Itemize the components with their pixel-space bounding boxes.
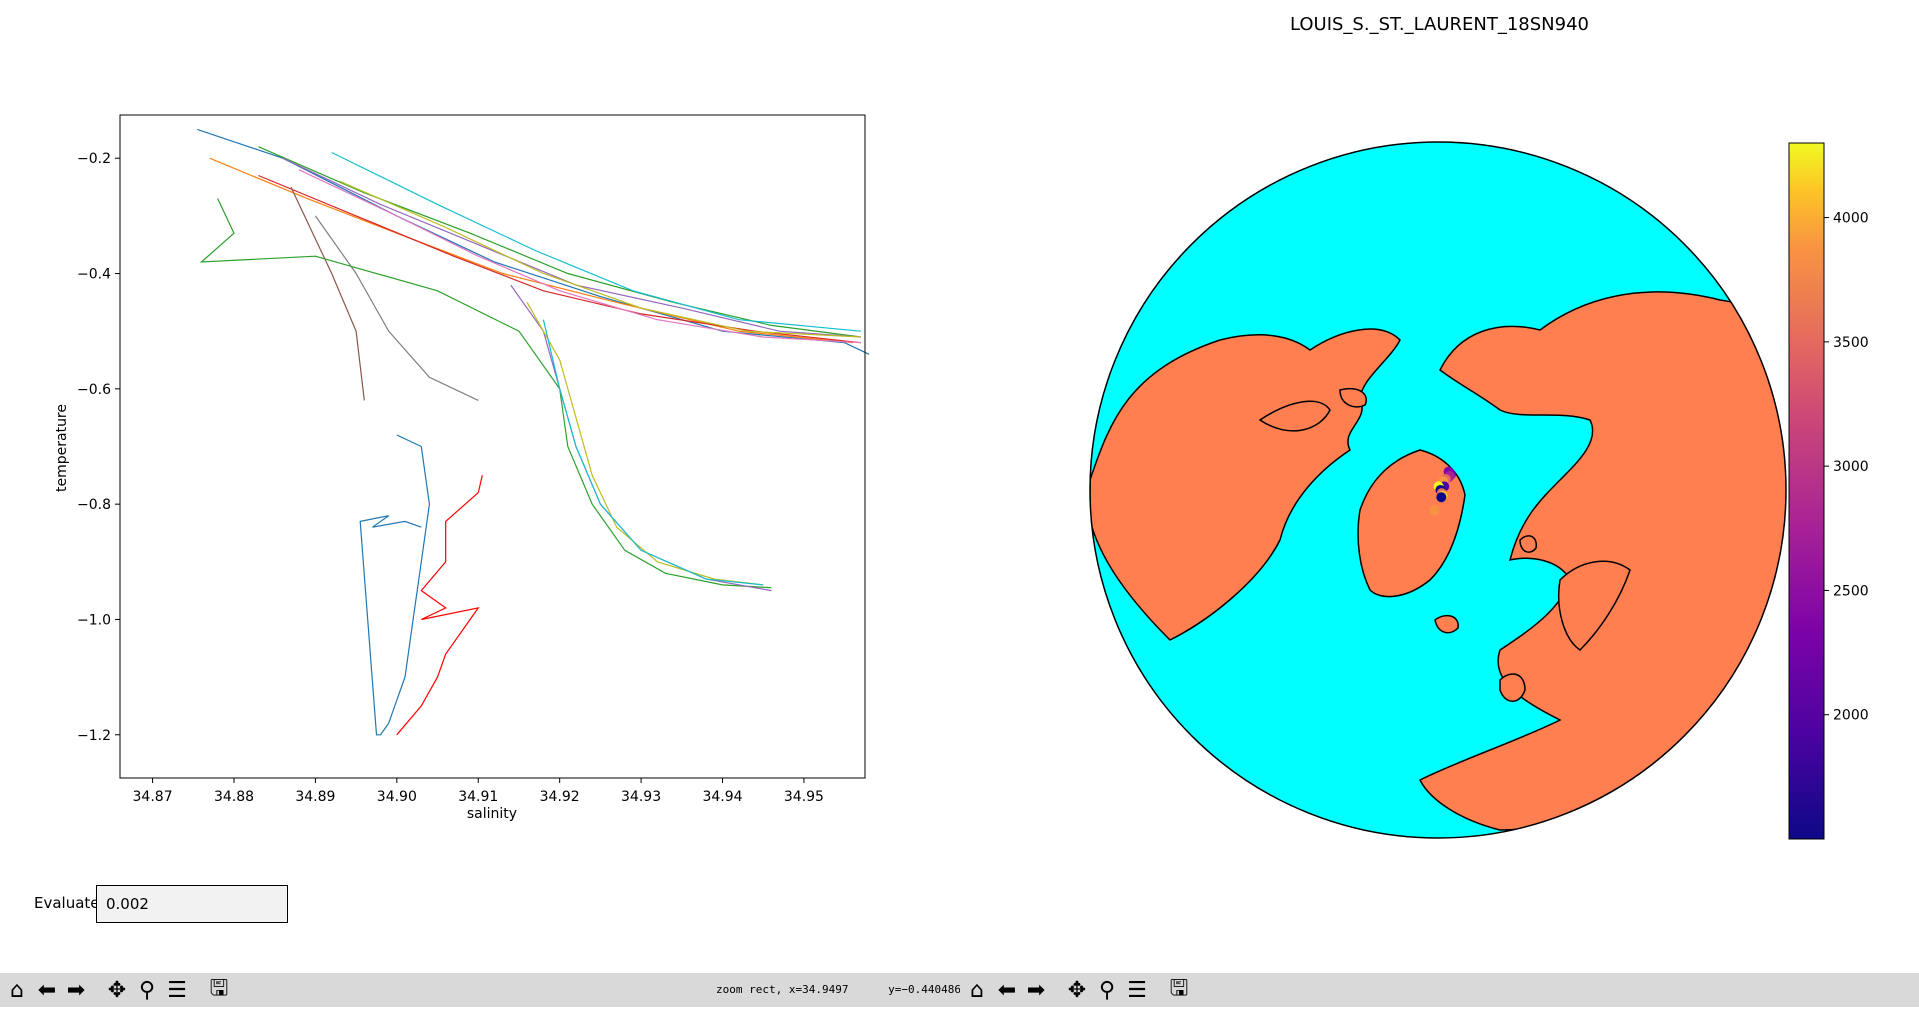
profile-line-3 xyxy=(258,174,861,344)
pan-icon[interactable]: ✥ xyxy=(104,977,130,1003)
polar-map[interactable]: 2000 2500 3000 3500 4000 xyxy=(960,0,1919,860)
x-axis: 34.87 34.88 34.89 34.90 34.91 34.92 34.93 34.94… xyxy=(133,778,824,805)
profile-line-6 xyxy=(298,169,861,344)
colorbar-axis: 2000 2500 3000 3500 4000 xyxy=(1824,211,1869,724)
home-icon[interactable]: ⌂ xyxy=(964,977,990,1003)
profile-line-13 xyxy=(542,319,764,586)
y-axis: −0.2 −0.4 −0.6 −0.8 −1.0 −1.2 xyxy=(77,151,120,744)
x-tick-label: 34.92 xyxy=(540,789,580,805)
forward-icon[interactable]: ➡ xyxy=(63,977,89,1003)
x-tick-label: 34.93 xyxy=(621,789,661,805)
station-marker-12 xyxy=(1436,492,1447,503)
x-tick-label: 34.94 xyxy=(702,789,742,805)
left-toolbar: ⌂ ⬅ ➡ ✥ ⚲ ☰ 🖫 zoom rect, x=34.9497 y=−0.… xyxy=(0,973,962,1007)
y-tick-label: −1.2 xyxy=(77,728,111,744)
x-tick-label: 34.88 xyxy=(214,789,254,805)
profile-line-11 xyxy=(510,284,772,592)
x-tick-label: 34.95 xyxy=(784,789,824,805)
colorbar-tick-label: 4000 xyxy=(1833,211,1869,227)
profile-line-2 xyxy=(258,146,861,338)
x-tick-label: 34.90 xyxy=(377,789,417,805)
profile-line-4 xyxy=(282,157,861,338)
y-tick-label: −0.4 xyxy=(77,267,111,283)
plot-frame xyxy=(119,114,866,779)
zoom-icon[interactable]: ⚲ xyxy=(134,977,160,1003)
profile-line-5 xyxy=(290,186,365,401)
save-icon[interactable]: 🖫 xyxy=(206,976,232,1003)
configure-subplots-icon[interactable]: ☰ xyxy=(1124,977,1150,1003)
y-axis-label: temperature xyxy=(54,404,70,492)
x-tick-label: 34.89 xyxy=(295,789,335,805)
profile-line-0 xyxy=(197,128,870,355)
x-tick-label: 34.87 xyxy=(133,789,173,805)
back-icon[interactable]: ⬅ xyxy=(994,977,1020,1003)
land-svalbard xyxy=(1519,535,1537,553)
save-icon[interactable]: 🖫 xyxy=(1166,976,1192,1003)
colorbar xyxy=(1788,142,1825,840)
back-icon[interactable]: ⬅ xyxy=(34,977,60,1003)
profile-line-15 xyxy=(396,475,483,736)
y-tick-label: −0.2 xyxy=(77,151,111,167)
pan-icon[interactable]: ✥ xyxy=(1064,977,1090,1003)
station-marker-13 xyxy=(1429,505,1440,516)
y-tick-label: −1.0 xyxy=(77,612,111,628)
profile-line-8 xyxy=(339,180,861,338)
colorbar-tick-label: 3500 xyxy=(1833,335,1869,351)
profile-line-12 xyxy=(526,302,764,586)
configure-subplots-icon[interactable]: ☰ xyxy=(164,977,190,1003)
ts-diagram[interactable]: 34.87 34.88 34.89 34.90 34.91 34.92 34.93 34.94… xyxy=(0,0,960,860)
evaluate-input[interactable] xyxy=(96,885,288,923)
profile-line-10 xyxy=(199,198,772,589)
profile-line-9 xyxy=(331,151,861,332)
left-figure-window: 34.87 34.88 34.89 34.90 34.91 34.92 34.93 34.94… xyxy=(0,0,962,1007)
forward-icon[interactable]: ➡ xyxy=(1023,977,1049,1003)
x-axis-label: salinity xyxy=(467,806,517,822)
ts-series-group xyxy=(197,128,870,736)
home-icon[interactable]: ⌂ xyxy=(4,977,30,1003)
y-tick-label: −0.8 xyxy=(77,497,111,513)
profile-line-1 xyxy=(209,157,853,344)
x-tick-label: 34.91 xyxy=(458,789,498,805)
colorbar-tick-label: 2500 xyxy=(1833,583,1869,599)
evaluate-label: Evaluate xyxy=(34,894,100,912)
colorbar-tick-label: 2000 xyxy=(1833,708,1869,724)
profile-line-14 xyxy=(359,434,431,736)
right-toolbar: ⌂ ⬅ ➡ ✥ ⚲ ☰ 🖫 xyxy=(960,973,1919,1007)
zoom-icon[interactable]: ⚲ xyxy=(1094,977,1120,1003)
right-figure-window: LOUIS_S._ST._LAURENT_18SN940 2000 2500 3… xyxy=(960,0,1919,1007)
cursor-readout: zoom rect, x=34.9497 y=−0.440486 xyxy=(716,983,962,996)
y-tick-label: −0.6 xyxy=(77,382,111,398)
land-british-isles xyxy=(1499,673,1526,702)
colorbar-tick-label: 3000 xyxy=(1833,459,1869,475)
